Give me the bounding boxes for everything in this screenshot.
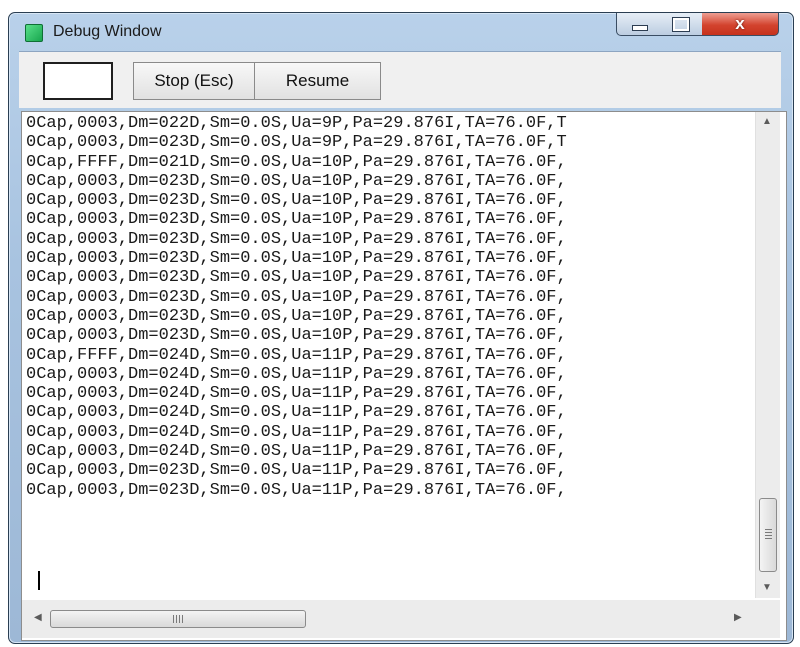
log-line: 0Cap,0003,Dm=023D,Sm=0.0S,Ua=10P,Pa=29.8…: [26, 191, 567, 211]
log-line: 0Cap,0003,Dm=024D,Sm=0.0S,Ua=11P,Pa=29.8…: [26, 364, 567, 384]
maximize-icon: [672, 17, 690, 32]
scroll-down-arrow-icon[interactable]: ▼: [762, 582, 772, 593]
vertical-scrollbar[interactable]: ▲ ▼: [755, 112, 780, 598]
text-caret: [38, 571, 40, 590]
maximize-button[interactable]: [660, 13, 703, 36]
resume-button[interactable]: Resume: [255, 62, 381, 100]
log-panel: 0Cap,0003,Dm=022D,Sm=0.0S,Ua=9P,Pa=29.87…: [21, 111, 787, 641]
minimize-icon: [632, 25, 648, 31]
log-line: 0Cap,0003,Dm=024D,Sm=0.0S,Ua=11P,Pa=29.8…: [26, 422, 567, 442]
log-line: 0Cap,0003,Dm=023D,Sm=0.0S,Ua=9P,Pa=29.87…: [26, 133, 567, 153]
log-line: 0Cap,0003,Dm=024D,Sm=0.0S,Ua=11P,Pa=29.8…: [26, 442, 567, 462]
log-line: 0Cap,0003,Dm=023D,Sm=0.0S,Ua=10P,Pa=29.8…: [26, 306, 567, 326]
toolbar: Stop (Esc) Resume: [19, 51, 781, 108]
window-title: Debug Window: [53, 23, 162, 40]
log-line: 0Cap,FFFF,Dm=021D,Sm=0.0S,Ua=10P,Pa=29.8…: [26, 152, 567, 172]
stop-button[interactable]: Stop (Esc): [133, 62, 255, 100]
log-line: 0Cap,0003,Dm=023D,Sm=0.0S,Ua=10P,Pa=29.8…: [26, 171, 567, 191]
log-line: 0Cap,0003,Dm=023D,Sm=0.0S,Ua=10P,Pa=29.8…: [26, 287, 567, 307]
scroll-left-arrow-icon[interactable]: ◀: [34, 612, 42, 623]
log-line: 0Cap,0003,Dm=023D,Sm=0.0S,Ua=10P,Pa=29.8…: [26, 229, 567, 249]
log-line: 0Cap,0003,Dm=024D,Sm=0.0S,Ua=11P,Pa=29.8…: [26, 384, 567, 404]
log-line: 0Cap,0003,Dm=024D,Sm=0.0S,Ua=11P,Pa=29.8…: [26, 403, 567, 423]
scrollbar-corner: [755, 600, 780, 638]
log-line: 0Cap,0003,Dm=023D,Sm=0.0S,Ua=10P,Pa=29.8…: [26, 326, 567, 346]
minimize-button[interactable]: [616, 13, 662, 36]
app-icon: [25, 24, 43, 42]
scroll-right-arrow-icon[interactable]: ▶: [734, 612, 742, 623]
horizontal-scroll-thumb[interactable]: [50, 610, 306, 628]
close-button[interactable]: x: [702, 13, 779, 36]
log-line: 0Cap,0003,Dm=023D,Sm=0.0S,Ua=10P,Pa=29.8…: [26, 268, 567, 288]
scroll-up-arrow-icon[interactable]: ▲: [762, 116, 772, 127]
log-line: 0Cap,0003,Dm=023D,Sm=0.0S,Ua=11P,Pa=29.8…: [26, 461, 567, 481]
debug-window: Debug Window x Stop (Esc) Resume 0Cap,00…: [8, 12, 794, 644]
log-line: 0Cap,0003,Dm=023D,Sm=0.0S,Ua=10P,Pa=29.8…: [26, 249, 567, 269]
thumb-grip-icon: [765, 529, 772, 541]
log-line: 0Cap,0003,Dm=023D,Sm=0.0S,Ua=11P,Pa=29.8…: [26, 480, 567, 500]
title-bar[interactable]: Debug Window x: [9, 13, 793, 47]
horizontal-scrollbar[interactable]: ◀ ▶: [22, 600, 755, 638]
close-icon: x: [735, 14, 745, 33]
thumb-grip-icon: [173, 615, 183, 623]
log-text-area[interactable]: 0Cap,0003,Dm=022D,Sm=0.0S,Ua=9P,Pa=29.87…: [24, 114, 755, 598]
log-line: 0Cap,0003,Dm=023D,Sm=0.0S,Ua=10P,Pa=29.8…: [26, 210, 567, 230]
log-line: 0Cap,0003,Dm=022D,Sm=0.0S,Ua=9P,Pa=29.87…: [26, 114, 567, 133]
empty-toolbar-box[interactable]: [43, 62, 113, 100]
log-line: 0Cap,FFFF,Dm=024D,Sm=0.0S,Ua=11P,Pa=29.8…: [26, 345, 567, 365]
vertical-scroll-thumb[interactable]: [759, 498, 777, 572]
